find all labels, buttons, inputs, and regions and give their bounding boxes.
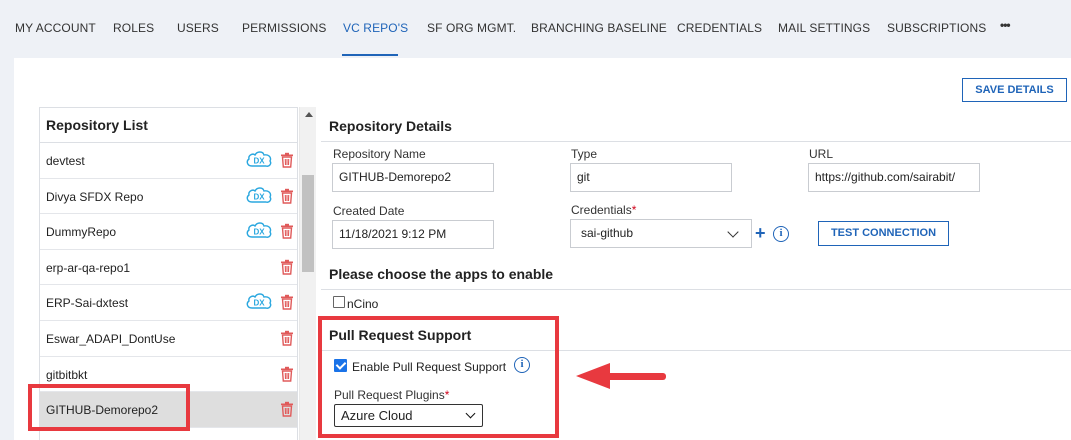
tab-credentials[interactable]: CREDENTIALS (677, 21, 762, 35)
add-credential-icon[interactable]: + (755, 224, 766, 242)
trash-icon[interactable] (280, 366, 294, 382)
apps-title: Please choose the apps to enable (329, 266, 554, 282)
repository-name-input[interactable]: GITHUB-Demorepo2 (332, 163, 494, 192)
repository-name: devtest (46, 154, 85, 168)
annotation-arrow-shaft (600, 373, 666, 380)
tab-vc-repos[interactable]: VC REPO'S (343, 21, 408, 35)
repository-name: Eswar_ADAPI_DontUse (46, 331, 176, 346)
repository-list-item[interactable]: erp-ar-qa-repo1 (40, 250, 297, 286)
tab-roles[interactable]: ROLES (113, 21, 154, 35)
created-date-label: Created Date (333, 204, 405, 218)
trash-icon[interactable] (280, 401, 294, 417)
url-input[interactable]: https://github.com/sairabit/ (808, 163, 980, 192)
credentials-label-text: Credentials (571, 203, 632, 217)
dx-badge-text: DX (253, 157, 265, 166)
repository-list-title: Repository List (40, 108, 297, 143)
highlight-pull-request-section (318, 316, 559, 438)
tab-subscriptions[interactable]: SUBSCRIPTIONS (887, 21, 986, 35)
repository-name: ERP-Sai-dxtest (46, 296, 129, 311)
scrollbar-thumb[interactable] (302, 175, 314, 272)
repository-list-item[interactable]: devtest DX (40, 143, 297, 179)
tab-mail-settings[interactable]: MAIL SETTINGS (778, 21, 870, 35)
credentials-select[interactable]: sai-github (570, 219, 752, 248)
repository-name: DummyRepo (46, 225, 117, 240)
scroll-up-arrow-icon[interactable] (305, 112, 313, 117)
test-connection-button[interactable]: TEST CONNECTION (818, 221, 949, 246)
created-date-input[interactable]: 11/18/2021 9:12 PM (332, 220, 494, 249)
trash-icon[interactable] (280, 188, 294, 204)
trash-icon[interactable] (280, 223, 294, 239)
trash-icon[interactable] (280, 152, 294, 168)
type-label: Type (571, 147, 598, 161)
tab-users[interactable]: USERS (177, 21, 219, 35)
save-details-button[interactable]: SAVE DETAILS (962, 78, 1067, 102)
credentials-info-icon[interactable]: i (773, 226, 789, 242)
salesforce-dx-icon: DX (246, 151, 272, 167)
tab-my-account[interactable]: MY ACCOUNT (15, 21, 96, 35)
repository-list-scrollbar[interactable] (299, 107, 316, 440)
type-input[interactable]: git (570, 163, 732, 192)
repository-list-item[interactable]: DummyRepo DX (40, 214, 297, 250)
dx-badge-text: DX (253, 192, 265, 201)
salesforce-dx-icon: DX (246, 186, 272, 203)
repository-list-item[interactable]: ERP-Sai-dxtest DX (40, 285, 297, 321)
tab-branching-baseline[interactable]: BRANCHING BASELINE (531, 21, 667, 35)
apps-divider (321, 289, 1071, 290)
repository-name: Divya SFDX Repo (46, 189, 144, 204)
repository-list-item[interactable]: Eswar_ADAPI_DontUse (40, 321, 297, 357)
more-tabs-icon[interactable]: ••• (1000, 18, 1011, 32)
repository-details-title: Repository Details (329, 118, 452, 134)
salesforce-dx-icon: DX (246, 293, 272, 310)
ncino-label: nCino (347, 297, 379, 311)
salesforce-dx-icon: DX (246, 222, 272, 239)
repository-list-item[interactable]: Divya SFDX Repo DX (40, 179, 297, 215)
tab-permissions[interactable]: PERMISSIONS (242, 21, 326, 35)
dx-badge-text: DX (253, 228, 265, 237)
details-divider (321, 141, 1071, 142)
tab-sf-org-mgmt[interactable]: SF ORG MGMT. (427, 21, 516, 35)
credentials-select-value: sai-github (581, 226, 634, 240)
active-tab-indicator (342, 54, 398, 56)
top-nav: MY ACCOUNT ROLES USERS PERMISSIONS VC RE… (0, 0, 1071, 56)
dx-badge-text: DX (253, 299, 265, 308)
repository-name: gitbitbkt (46, 367, 88, 382)
highlight-selected-repo (28, 384, 190, 431)
trash-icon[interactable] (280, 330, 294, 346)
required-mark: * (631, 203, 637, 217)
ncino-checkbox[interactable] (333, 296, 345, 308)
chevron-down-icon (727, 226, 739, 238)
url-label: URL (809, 147, 834, 161)
repository-name: erp-ar-qa-repo1 (46, 260, 131, 275)
trash-icon[interactable] (280, 294, 294, 311)
credentials-label: Credentials* (571, 203, 636, 217)
repository-name-label: Repository Name (333, 147, 426, 161)
trash-icon[interactable] (280, 259, 294, 275)
